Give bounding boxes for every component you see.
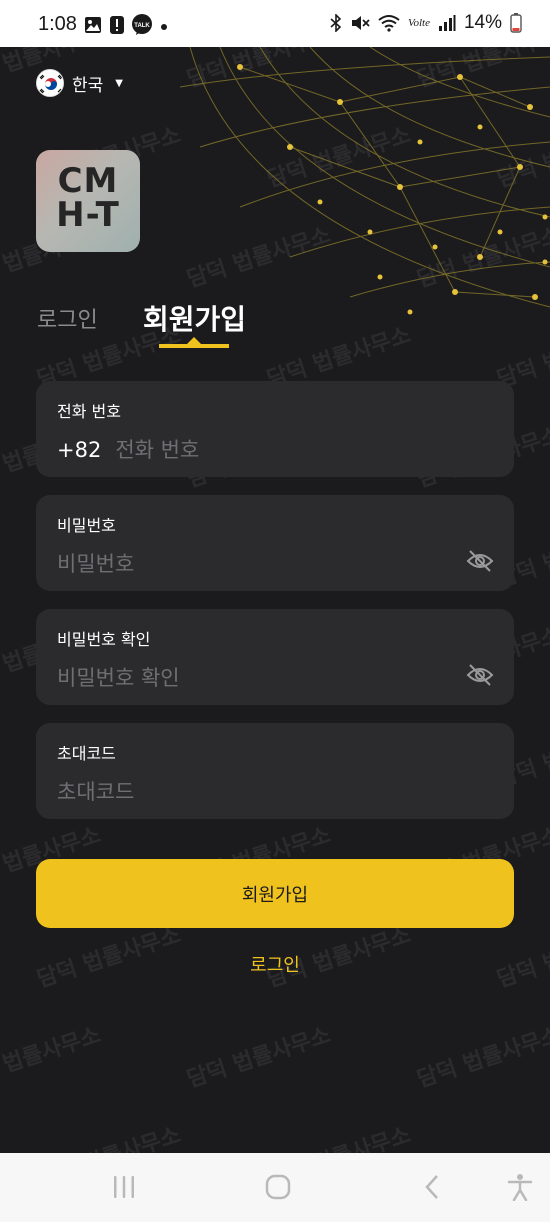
app-logo: CM H-T: [36, 150, 140, 252]
invite-code-label: 초대코드: [57, 744, 116, 763]
tab-signup[interactable]: 회원가입: [143, 298, 246, 338]
battery-icon: [510, 13, 522, 33]
tab-indicator: [159, 344, 229, 348]
phone-label: 전화 번호: [57, 402, 121, 421]
password-confirm-label: 비밀번호 확인: [57, 630, 151, 649]
mute-icon: [351, 16, 370, 30]
logo-line-1: CM: [57, 161, 119, 201]
recent-apps-icon[interactable]: [112, 1173, 136, 1201]
volte-icon: Volte: [407, 17, 430, 29]
password-input[interactable]: 비밀번호: [57, 548, 134, 578]
signup-button[interactable]: 회원가입: [36, 859, 514, 928]
language-selector[interactable]: 한국 ▼: [36, 69, 123, 97]
signup-screen: 담덕 법률사무소담덕 법률사무소담덕 법률사무소담덕 법률사무소담덕 법률사무소…: [0, 47, 550, 1153]
status-right: Volte 14%: [330, 12, 522, 34]
phone-input[interactable]: +82 전화 번호: [57, 434, 199, 464]
password-field[interactable]: 비밀번호 비밀번호: [36, 495, 514, 591]
tab-indicator-notch: [187, 337, 201, 344]
bluetooth-icon: [330, 14, 342, 32]
watermark-text: 담덕 법률사무소: [494, 1123, 550, 1153]
gallery-icon: [85, 17, 101, 33]
eye-off-icon[interactable]: [466, 663, 494, 687]
watermark-text: 담덕 법률사무소: [34, 1123, 184, 1153]
status-bar: 1:08 TALK Volte 14%: [0, 0, 550, 47]
password-confirm-input[interactable]: 비밀번호 확인: [57, 662, 180, 692]
logo-line-2: H-T: [56, 195, 120, 235]
watermark-text: 담덕 법률사무소: [184, 1023, 334, 1093]
phone-field[interactable]: 전화 번호 +82 전화 번호: [36, 381, 514, 477]
wifi-icon: [378, 15, 400, 32]
watermark-text: 담덕 법률사무소: [0, 1023, 104, 1093]
invite-code-field[interactable]: 초대코드 초대코드: [36, 723, 514, 819]
chevron-down-icon: ▼: [115, 77, 123, 89]
password-confirm-field[interactable]: 비밀번호 확인 비밀번호 확인: [36, 609, 514, 705]
accessibility-icon[interactable]: [507, 1173, 533, 1201]
signal-icon: [438, 15, 456, 31]
back-icon[interactable]: [422, 1173, 442, 1201]
invite-code-input[interactable]: 초대코드: [57, 776, 134, 806]
watermark-text: 담덕 법률사무소: [414, 1023, 550, 1093]
system-nav-bar: [0, 1153, 550, 1222]
phone-placeholder: 전화 번호: [115, 438, 200, 462]
password-label: 비밀번호: [57, 516, 116, 535]
auth-tabs: 로그인 회원가입: [37, 298, 337, 358]
alert-icon: [110, 16, 124, 34]
tab-login[interactable]: 로그인: [37, 302, 98, 334]
watermark-text: 담덕 법률사무소: [264, 1123, 414, 1153]
language-label: 한국: [72, 75, 104, 96]
status-time: 1:08: [38, 13, 77, 35]
login-link[interactable]: 로그인: [0, 951, 550, 977]
talk-icon: TALK: [132, 14, 152, 35]
battery-percent: 14%: [463, 12, 502, 33]
home-icon[interactable]: [264, 1173, 292, 1201]
dot-icon: [161, 24, 167, 30]
talk-badge-text: TALK: [134, 23, 150, 29]
country-code-prefix: +82: [57, 438, 102, 462]
eye-off-icon[interactable]: [466, 549, 494, 573]
korea-flag-icon: [36, 69, 64, 97]
